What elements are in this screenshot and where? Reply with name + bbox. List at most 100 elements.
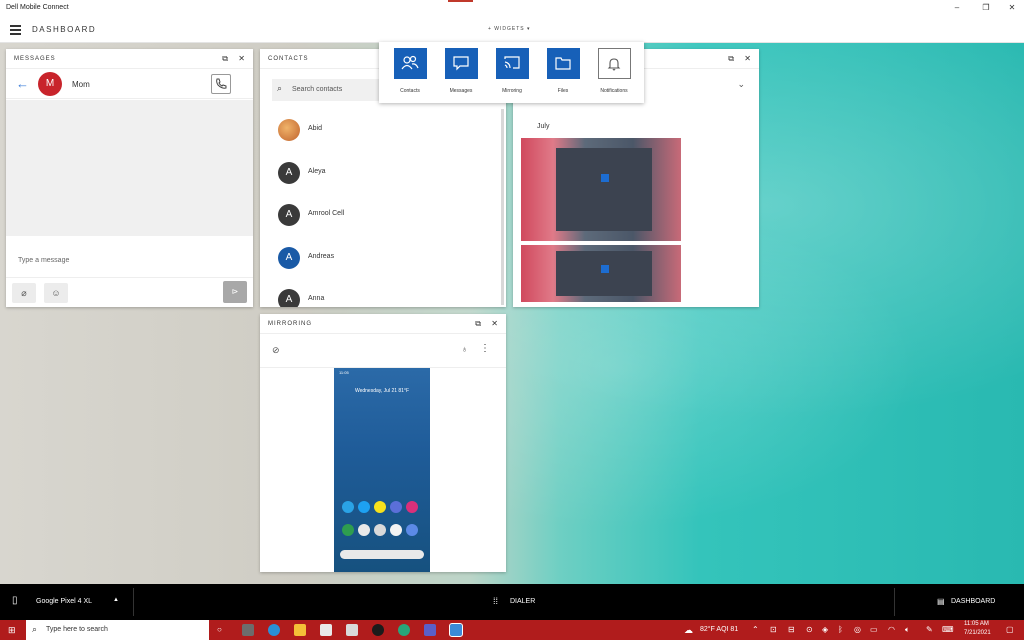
files-month-heading: July [537, 123, 550, 130]
dell-icon[interactable] [372, 624, 384, 636]
app-header: DASHBOARD + WIDGETS ▾ [0, 17, 1024, 43]
volume-icon[interactable]: 🔈︎ [905, 625, 910, 635]
file-thumbnail[interactable] [521, 245, 681, 302]
minimize-button[interactable]: – [947, 2, 967, 14]
phone-status-time: 11:05 [339, 370, 349, 375]
popout-icon[interactable]: ⧉ [475, 319, 481, 329]
dell-mobile-connect-icon[interactable] [449, 623, 463, 637]
file-thumbnail[interactable] [521, 138, 681, 241]
wifi-icon[interactable]: ◠ [888, 625, 895, 634]
tray-chevron-icon[interactable]: ⌃ [752, 625, 759, 634]
tray-app-icon[interactable]: ◈ [822, 625, 828, 634]
widget-messages[interactable]: Messages [444, 48, 478, 94]
widget-files[interactable]: Files [546, 48, 580, 94]
search-icon: ⌕ [32, 624, 38, 634]
mirroring-toolbar: ⊘ ♁ ⋮ [260, 334, 506, 368]
mirroring-panel: MIRRORING ⧉ ✕ ⊘ ♁ ⋮ 11:05 Wednesday, Jul… [260, 314, 506, 572]
teams-icon [390, 501, 402, 513]
contacts-scrollbar[interactable] [501, 109, 504, 305]
mirroring-panel-title: MIRRORING [268, 321, 312, 327]
dialpad-icon[interactable]: ⁞⁞ [493, 596, 498, 606]
contact-item[interactable]: A Andreas [260, 238, 496, 280]
widget-notifications[interactable]: Notifications [597, 48, 631, 94]
search-icon: ⌕ [277, 83, 283, 93]
chevron-up-icon[interactable]: ▲ [113, 597, 119, 603]
tray-app-icon[interactable]: ⊙ [806, 625, 813, 634]
taskbar-search-input[interactable]: ⌕ Type here to search [26, 620, 209, 640]
file-explorer-icon[interactable] [294, 624, 306, 636]
widget-mirroring[interactable]: Mirroring [495, 48, 529, 94]
divider [6, 277, 253, 278]
store-icon[interactable] [320, 624, 332, 636]
attach-button[interactable]: ⌀ [12, 283, 36, 303]
edge-icon[interactable] [268, 624, 280, 636]
contact-item[interactable]: A Anna [260, 280, 496, 307]
phone-app-grid [340, 501, 424, 547]
close-icon[interactable]: ✕ [238, 54, 245, 64]
weather-icon: ☁ [684, 625, 693, 635]
tray-app-icon[interactable]: ⊟ [788, 625, 795, 634]
notification-center-icon[interactable]: ▢ [1006, 625, 1014, 634]
device-bar: ▯ Google Pixel 4 XL ▲ ⁞⁞ DIALER ▤ DASHBO… [0, 584, 1024, 620]
dashboard-icon: ▤ [937, 597, 945, 606]
search-placeholder: Search contacts [292, 86, 343, 93]
contact-item[interactable]: A Amrool Cell [260, 195, 496, 237]
divider [894, 588, 895, 616]
back-arrow-icon[interactable]: ← [16, 76, 29, 91]
widget-contacts[interactable]: Contacts [393, 48, 427, 94]
task-view-app-icon[interactable] [242, 624, 254, 636]
close-icon[interactable]: ✕ [744, 54, 751, 64]
widget-label: Contacts [400, 88, 420, 94]
popout-icon[interactable]: ⧉ [222, 54, 228, 64]
app-icon[interactable] [346, 624, 358, 636]
emoji-button[interactable]: ☺ [44, 283, 68, 303]
task-view-icon[interactable]: ○ [217, 625, 222, 634]
clock-time[interactable]: 11:05 AM [964, 621, 989, 627]
teams-icon[interactable] [424, 624, 436, 636]
twitter-icon [358, 501, 370, 513]
clock-date[interactable]: 7/21/2021 [964, 630, 991, 636]
lightbulb-icon[interactable]: ♁ [461, 344, 468, 354]
contacts-panel-title: CONTACTS [268, 56, 309, 62]
popout-icon[interactable]: ⧉ [728, 54, 734, 64]
hamburger-menu-icon[interactable] [10, 25, 21, 35]
stop-cast-icon[interactable]: ⊘ [272, 345, 280, 356]
phone-date: Wednesday, Jul 21 81°F [354, 388, 410, 394]
add-widgets-button[interactable]: + WIDGETS ▾ [488, 26, 531, 32]
more-options-icon[interactable]: ⋮ [480, 343, 490, 354]
bluetooth-icon[interactable]: ᛒ [838, 625, 843, 634]
start-windows-icon[interactable]: ⊞ [8, 625, 16, 636]
contact-name: Anna [308, 295, 325, 302]
maximize-button[interactable]: ❐ [976, 2, 996, 14]
play-store-icon [342, 524, 354, 536]
phone-search-bar [340, 550, 424, 559]
battery-icon[interactable]: ▭ [870, 625, 878, 634]
contact-item[interactable]: A Aleya [260, 153, 496, 195]
call-button[interactable] [211, 74, 231, 94]
widget-label: Mirroring [502, 88, 522, 94]
titlebar-accent [448, 0, 473, 2]
contact-name: Andreas [308, 253, 335, 260]
messages-panel-title: MESSAGES [14, 56, 56, 62]
divider [133, 588, 134, 616]
send-button[interactable]: ⊳ [223, 281, 247, 303]
chevron-down-icon[interactable]: ⌄ [737, 79, 745, 90]
dashboard-button[interactable]: DASHBOARD [951, 598, 995, 605]
tray-app-icon[interactable]: ⊡ [770, 625, 777, 634]
window-titlebar: Dell Mobile Connect – ❐ ✕ [0, 0, 1024, 17]
chrome-icon[interactable] [398, 624, 410, 636]
close-window-button[interactable]: ✕ [1002, 2, 1022, 14]
contact-item[interactable]: Abid [260, 110, 496, 152]
tray-app-icon[interactable]: ◎ [854, 625, 861, 634]
phone-mirror-screen[interactable]: 11:05 Wednesday, Jul 21 81°F [334, 368, 430, 572]
thumbnail-accent [601, 174, 609, 183]
close-icon[interactable]: ✕ [491, 319, 498, 329]
message-input[interactable]: Type a message [18, 257, 69, 264]
contact-avatar: A [278, 289, 300, 307]
dialer-button[interactable]: DIALER [510, 598, 535, 605]
keyboard-icon[interactable]: ⌨ [942, 625, 954, 634]
pen-icon[interactable]: ✎ [926, 625, 933, 634]
device-name[interactable]: Google Pixel 4 XL [36, 598, 92, 605]
avatar: M [38, 72, 62, 96]
weather-readout[interactable]: 82°F AQI 81 [700, 626, 738, 633]
